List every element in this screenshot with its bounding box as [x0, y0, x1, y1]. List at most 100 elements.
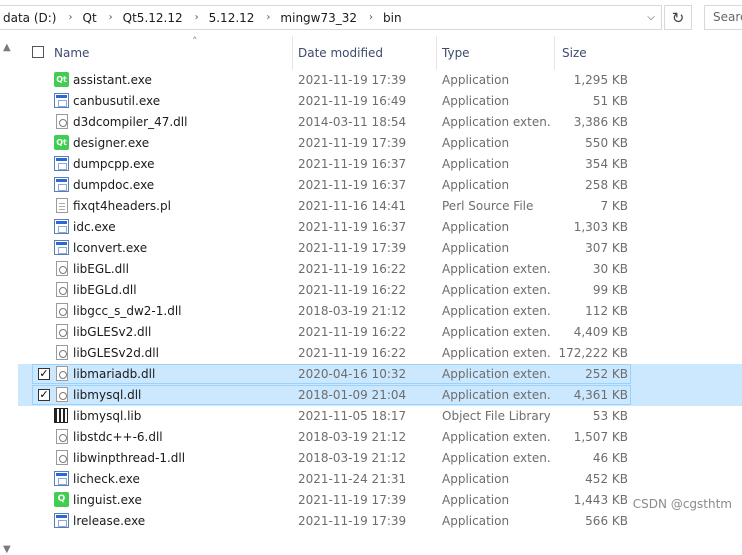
file-row[interactable]: dumpcpp.exe 2021-11-19 16:37 Application 35… [18, 154, 742, 175]
file-date-modified: 2021-11-05 18:17 [298, 409, 407, 423]
file-row[interactable]: ✓ libmariadb.dll 2020-04-16 10:32 Applicati… [18, 364, 742, 385]
file-type: Application [442, 73, 510, 87]
file-name: libEGL.dll [73, 262, 129, 276]
column-date-modified[interactable]: Date modified [298, 36, 437, 70]
app-icon [54, 240, 69, 255]
row-checkbox[interactable]: ✓ [38, 389, 50, 401]
file-name: licheck.exe [73, 472, 140, 486]
breadcrumb-item[interactable]: Qt5.12.12 [123, 11, 183, 25]
dll-icon [56, 282, 68, 297]
breadcrumb-item[interactable]: 5.12.12 [209, 11, 255, 25]
file-size: 1,443 KB [573, 493, 628, 507]
file-row[interactable]: libGLESv2d.dll 2021-11-19 16:22 Applicatio… [18, 343, 742, 364]
file-row[interactable]: libEGL.dll 2021-11-19 16:22 Application ex… [18, 259, 742, 280]
file-size: 99 KB [592, 283, 628, 297]
file-row[interactable]: licheck.exe 2021-11-24 21:31 Application 45… [18, 469, 742, 490]
file-date-modified: 2018-03-19 21:12 [298, 451, 407, 465]
column-name[interactable]: Name ˄ [54, 35, 293, 70]
chevron-down-icon[interactable]: ▼ [3, 544, 11, 555]
file-row[interactable]: libstdc++-6.dll 2018-03-19 21:12 Applicati… [18, 427, 742, 448]
file-date-modified: 2021-11-19 16:37 [298, 220, 407, 234]
file-row[interactable]: libgcc_s_dw2-1.dll 2018-03-19 21:12 Applic… [18, 301, 742, 322]
file-size: 354 KB [585, 157, 628, 171]
app-icon [54, 156, 69, 171]
file-date-modified: 2021-11-19 17:39 [298, 493, 407, 507]
chevron-right-icon[interactable]: › [195, 12, 199, 23]
file-type: Application exten... [442, 115, 550, 129]
breadcrumb-item[interactable]: bin [383, 11, 402, 25]
file-type: Application [442, 514, 510, 528]
file-size: 53 KB [592, 409, 628, 423]
file-name: canbusutil.exe [73, 94, 161, 108]
file-row[interactable]: ✓ libmysql.dll 2018-01-09 21:04 Application… [18, 385, 742, 406]
file-size: 550 KB [585, 136, 628, 150]
file-size: 252 KB [585, 367, 628, 381]
dll-icon [56, 366, 68, 381]
column-type-label: Type [442, 46, 470, 60]
file-row[interactable]: libEGLd.dll 2021-11-19 16:22 Application e… [18, 280, 742, 301]
file-row[interactable]: Qt designer.exe 2021-11-19 17:39 Applicatio… [18, 133, 742, 154]
file-name: d3dcompiler_47.dll [73, 115, 188, 129]
file-type: Application [442, 472, 510, 486]
column-size[interactable]: Size [562, 36, 632, 70]
file-row[interactable]: dumpdoc.exe 2021-11-19 16:37 Application 25… [18, 175, 742, 196]
file-type: Application exten... [442, 262, 550, 276]
breadcrumb-item[interactable]: data (D:) [3, 11, 57, 25]
file-name: lrelease.exe [73, 514, 146, 528]
chevron-right-icon[interactable]: › [369, 12, 373, 23]
dll-icon [56, 261, 68, 276]
file-type: Application exten... [442, 430, 550, 444]
breadcrumb-item[interactable]: mingw73_32 [280, 11, 357, 25]
file-size: 172,222 KB [558, 346, 628, 360]
file-size: 1,507 KB [573, 430, 628, 444]
file-row[interactable]: Qt assistant.exe 2021-11-19 17:39 Applicati… [18, 70, 742, 91]
chevron-down-icon[interactable]: ⌵ [641, 6, 661, 29]
chevron-right-icon[interactable]: › [69, 12, 73, 23]
dll-icon [56, 345, 68, 360]
breadcrumb: data (D:) › Qt › Qt5.12.12 › 5.12.12 › mingw73_3… [0, 11, 402, 25]
file-row[interactable]: libGLESv2.dll 2021-11-19 16:22 Application… [18, 322, 742, 343]
file-row[interactable]: libwinpthread-1.dll 2018-03-19 21:12 Appli… [18, 448, 742, 469]
row-checkbox[interactable]: ✓ [38, 368, 50, 380]
app-icon [54, 93, 69, 108]
file-name: libwinpthread-1.dll [73, 451, 186, 465]
file-date-modified: 2021-11-16 14:41 [298, 199, 407, 213]
file-date-modified: 2021-11-19 16:37 [298, 178, 407, 192]
file-date-modified: 2021-11-19 16:22 [298, 346, 407, 360]
file-row[interactable]: lconvert.exe 2021-11-19 17:39 Application 3… [18, 238, 742, 259]
file-row[interactable]: idc.exe 2021-11-19 16:37 Application 1,303 … [18, 217, 742, 238]
file-type: Application [442, 178, 510, 192]
chevron-right-icon[interactable]: › [266, 12, 270, 23]
breadcrumb-item[interactable]: Qt [83, 11, 97, 25]
file-name: dumpdoc.exe [73, 178, 155, 192]
column-type[interactable]: Type [442, 36, 555, 70]
chevron-up-icon[interactable]: ▲ [3, 42, 11, 53]
file-date-modified: 2021-11-19 16:22 [298, 325, 407, 339]
file-row[interactable]: d3dcompiler_47.dll 2014-03-11 18:54 Applic… [18, 112, 742, 133]
file-size: 112 KB [585, 304, 628, 318]
address-bar[interactable]: data (D:) › Qt › Qt5.12.12 › 5.12.12 › mingw73_3… [0, 5, 662, 30]
column-size-label: Size [562, 46, 587, 60]
file-size: 1,295 KB [573, 73, 628, 87]
file-size: 1,303 KB [573, 220, 628, 234]
refresh-button[interactable]: ↻ [664, 5, 692, 30]
file-size: 3,386 KB [573, 115, 628, 129]
file-type: Application exten... [442, 367, 550, 381]
file-name: assistant.exe [73, 73, 152, 87]
file-type: Application exten... [442, 451, 550, 465]
refresh-icon: ↻ [671, 8, 685, 27]
dll-icon [56, 303, 68, 318]
file-type: Application exten... [442, 283, 550, 297]
select-all-checkbox[interactable] [32, 46, 44, 58]
file-date-modified: 2021-11-19 17:39 [298, 241, 407, 255]
chevron-right-icon[interactable]: › [109, 12, 113, 23]
nav-pane-scrollbar[interactable]: ▲ ▼ [0, 36, 18, 555]
file-row[interactable]: fixqt4headers.pl 2021-11-16 14:41 Perl Sou… [18, 196, 742, 217]
search-input[interactable]: Searc [704, 5, 742, 30]
file-row[interactable]: canbusutil.exe 2021-11-19 16:49 Applicatio… [18, 91, 742, 112]
file-size: 307 KB [585, 241, 628, 255]
file-type: Application [442, 241, 510, 255]
file-name: designer.exe [73, 136, 150, 150]
file-row[interactable]: libmysql.lib 2021-11-05 18:17 Object File … [18, 406, 742, 427]
file-type: Application exten... [442, 388, 550, 402]
